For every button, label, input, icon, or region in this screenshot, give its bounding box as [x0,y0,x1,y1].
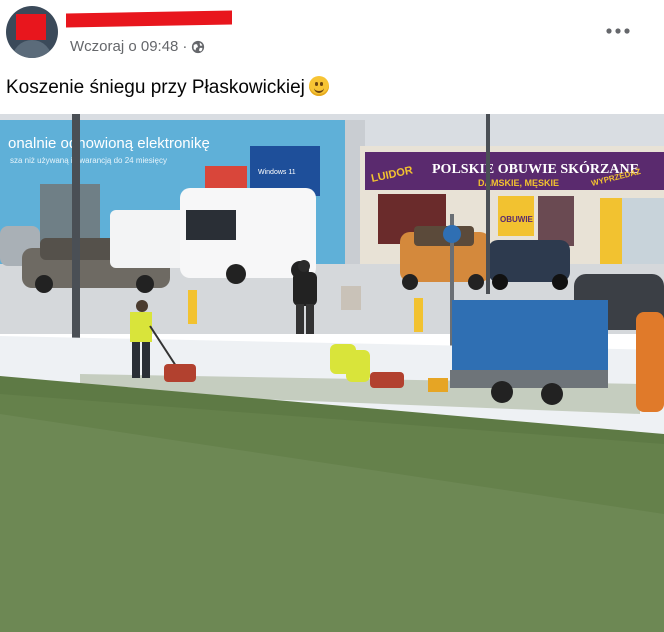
more-options-button[interactable] [598,16,638,46]
billboard-screen-text: Windows 11 [258,169,296,176]
timestamp-link[interactable]: Wczoraj o 09:48 [70,38,178,55]
shop-door-frame [600,198,622,272]
bollard-concrete-1 [341,286,361,310]
post-photo[interactable]: onalnie odnowioną elektronikę sza niż uż… [0,114,664,632]
sign-pole [486,114,490,294]
bollard-yellow-2 [414,298,423,332]
more-options-icon [606,28,630,34]
author-name-redaction[interactable] [66,10,232,28]
bollard-yellow-1 [188,290,197,324]
van-white-large [180,188,316,284]
avatar-shoulder [12,40,52,58]
post-text: Koszenie śniegu przy Płaskowickiej [6,76,329,99]
shop-subtitle: DAMSKIE, MĘSKIE [478,178,559,188]
avatar[interactable] [6,6,58,58]
billboard-line2: sza niż używaną i gwarancją do 24 miesię… [10,156,167,165]
smiling-face-emoji [308,76,329,96]
post-message: Koszenie śniegu przy Płaskowickiej [6,77,305,98]
photo-scene: onalnie odnowioną elektronikę sza niż uż… [0,114,664,632]
post-header: Wczoraj o 09:48 · [0,0,664,70]
globe-icon[interactable] [191,40,205,54]
billboard-line1: onalnie odnowioną elektronikę [8,135,210,152]
lamp-post [72,114,80,344]
shop-window-right [538,196,574,246]
shop-window-sign: OBUWIE [500,215,534,224]
orange-van [636,312,664,412]
post-meta: Wczoraj o 09:48 · [70,38,205,55]
shop-door [622,198,664,272]
meta-separator: · [182,38,188,55]
road-sign [443,225,461,243]
avatar-redaction [16,14,46,40]
